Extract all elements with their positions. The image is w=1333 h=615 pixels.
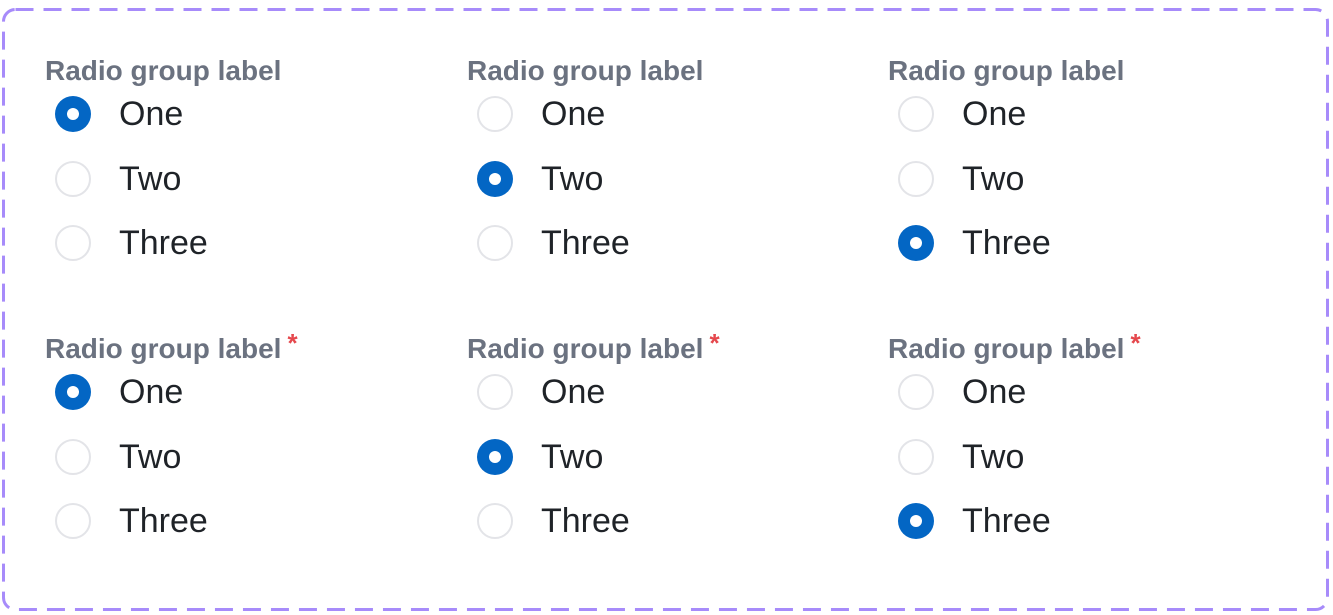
radio-option-two[interactable]: Two (898, 156, 1024, 202)
radio-option-three[interactable]: Three (477, 220, 630, 266)
radio-checked-icon[interactable] (477, 161, 513, 197)
radio-option-two[interactable]: Two (477, 156, 603, 202)
radio-option-two[interactable]: Two (477, 434, 603, 480)
radio-option-one[interactable]: One (477, 369, 605, 415)
radio-option-two[interactable]: Two (55, 156, 181, 202)
radio-option-label: One (962, 373, 1027, 411)
radio-checked-icon[interactable] (55, 374, 91, 410)
radio-unchecked-icon[interactable] (898, 96, 934, 132)
radio-group-label-text: Radio group label (467, 55, 704, 86)
radio-group-label: Radio group label (467, 51, 703, 91)
radio-unchecked-icon[interactable] (898, 439, 934, 475)
radio-checked-icon[interactable] (898, 225, 934, 261)
radio-option-label: Two (541, 438, 604, 476)
radio-groups-grid: Radio group label One Two Three Radio group … (2, 8, 1329, 611)
radio-option-one[interactable]: One (55, 91, 183, 137)
radio-group-label: Radio group label * (888, 328, 1141, 369)
radio-unchecked-icon[interactable] (477, 96, 513, 132)
radio-option-label: Two (962, 160, 1025, 198)
radio-unchecked-icon[interactable] (55, 161, 91, 197)
radio-option-three[interactable]: Three (898, 498, 1051, 544)
radio-option-label: Two (962, 438, 1025, 476)
required-asterisk: * (709, 328, 720, 358)
radio-option-label: Three (541, 224, 630, 262)
radio-checked-icon[interactable] (477, 439, 513, 475)
radio-checked-icon[interactable] (55, 96, 91, 132)
radio-option-label: Two (119, 438, 182, 476)
radio-option-label: Three (962, 224, 1051, 262)
radio-unchecked-icon[interactable] (477, 374, 513, 410)
radio-option-three[interactable]: Three (55, 498, 208, 544)
radio-option-label: One (541, 95, 606, 133)
radio-option-three[interactable]: Three (898, 220, 1051, 266)
radio-group-showcase: Radio group label One Two Three Radio group … (2, 8, 1329, 611)
radio-unchecked-icon[interactable] (477, 225, 513, 261)
radio-group-label: Radio group label (888, 51, 1124, 91)
radio-unchecked-icon[interactable] (898, 374, 934, 410)
radio-option-one[interactable]: One (55, 369, 183, 415)
radio-group-label-text: Radio group label (467, 333, 704, 364)
radio-option-one[interactable]: One (898, 369, 1026, 415)
radio-option-label: One (541, 373, 606, 411)
radio-option-label: One (119, 95, 184, 133)
required-asterisk: * (1130, 328, 1141, 358)
radio-checked-icon[interactable] (898, 503, 934, 539)
radio-option-label: One (119, 373, 184, 411)
radio-group-label-text: Radio group label (888, 55, 1125, 86)
radio-option-label: Two (119, 160, 182, 198)
radio-option-label: Three (962, 502, 1051, 540)
radio-option-two[interactable]: Two (898, 434, 1024, 480)
radio-unchecked-icon[interactable] (898, 161, 934, 197)
radio-option-three[interactable]: Three (477, 498, 630, 544)
radio-option-one[interactable]: One (477, 91, 605, 137)
radio-option-two[interactable]: Two (55, 434, 181, 480)
radio-option-label: One (962, 95, 1027, 133)
radio-option-one[interactable]: One (898, 91, 1026, 137)
radio-unchecked-icon[interactable] (55, 439, 91, 475)
radio-unchecked-icon[interactable] (477, 503, 513, 539)
radio-group-label: Radio group label * (467, 328, 720, 369)
radio-option-label: Three (119, 502, 208, 540)
radio-group-label-text: Radio group label (45, 55, 282, 86)
radio-unchecked-icon[interactable] (55, 503, 91, 539)
radio-group-label-text: Radio group label (888, 333, 1125, 364)
radio-option-label: Three (541, 502, 630, 540)
radio-group-label: Radio group label (45, 51, 281, 91)
required-asterisk: * (287, 328, 298, 358)
radio-group-label-text: Radio group label (45, 333, 282, 364)
radio-group-label: Radio group label * (45, 328, 298, 369)
radio-option-label: Three (119, 224, 208, 262)
radio-option-label: Two (541, 160, 604, 198)
radio-option-three[interactable]: Three (55, 220, 208, 266)
radio-unchecked-icon[interactable] (55, 225, 91, 261)
